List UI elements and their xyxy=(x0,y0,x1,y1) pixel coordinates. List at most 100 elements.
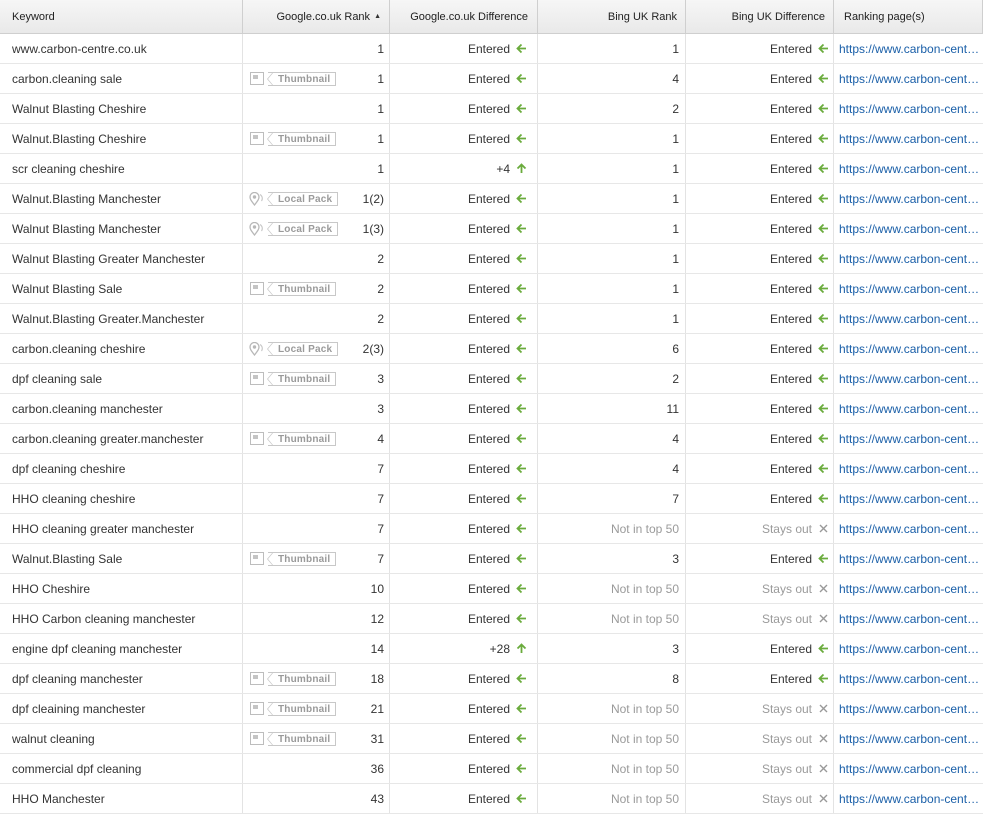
ranking-page-link[interactable]: https://www.carbon-centre.co.uk/ xyxy=(839,762,983,776)
table-row: HHO cleaning greater manchester 7 Entere… xyxy=(0,514,983,544)
bing-rank-cell: Not in top 50 xyxy=(538,604,686,633)
ranking-page-link[interactable]: https://www.carbon-centre.co.uk/ xyxy=(839,642,983,656)
ranking-page-link[interactable]: https://www.carbon-centre.co.uk/ xyxy=(839,672,983,686)
bing-difference-cell: Stays out xyxy=(686,724,834,753)
map-pin-icon xyxy=(248,191,266,206)
arrow-left-icon xyxy=(514,613,528,624)
arrow-left-icon xyxy=(514,493,528,504)
google-rank-cell: 2 xyxy=(243,304,390,333)
ranking-page-cell: https://www.carbon-centre.co.uk/ xyxy=(834,124,983,153)
ranking-page-cell: https://www.carbon-centre.co.uk/ xyxy=(834,694,983,723)
bing-difference-value: Entered xyxy=(769,41,812,56)
ranking-page-cell: https://www.carbon-centre.co.uk/ xyxy=(834,334,983,363)
keyword-text: dpf cleaning sale xyxy=(12,371,103,386)
google-difference-value: Entered xyxy=(467,281,510,296)
bing-rank-cell: 1 xyxy=(538,154,686,183)
ranking-page-link[interactable]: https://www.carbon-centre.co.uk/ xyxy=(839,402,983,416)
thumbnail-icon xyxy=(248,432,266,446)
ranking-page-link[interactable]: https://www.carbon-centre.co.uk/ xyxy=(839,162,983,176)
ranking-page-link[interactable]: https://www.carbon-centre.co.uk/ xyxy=(839,732,983,746)
bing-rank-value: 11 xyxy=(666,401,679,416)
google-rank-value: 7 xyxy=(377,491,384,506)
google-rank-cell: Thumbnail 31 xyxy=(243,724,390,753)
ranking-page-cell: https://www.carbon-centre.co.uk/ xyxy=(834,454,983,483)
ranking-page-link[interactable]: https://www.carbon-centre.co.uk/ xyxy=(839,342,983,356)
keyword-text: Walnut Blasting Cheshire xyxy=(12,101,147,116)
arrow-left-icon xyxy=(816,283,830,294)
ranking-page-link[interactable]: https://www.carbon-centre.co.uk/ xyxy=(839,132,983,146)
arrow-left-icon xyxy=(816,193,830,204)
google-rank-cell: 1 xyxy=(243,154,390,183)
column-header-google-difference[interactable]: Google.co.uk Difference xyxy=(390,0,538,33)
google-rank-value: 2 xyxy=(377,251,384,266)
thumbnail-icon xyxy=(248,672,266,686)
google-rank-cell: 7 xyxy=(243,484,390,513)
ranking-page-link[interactable]: https://www.carbon-centre.co.uk/ xyxy=(839,372,983,386)
column-header-label: Ranking page(s) xyxy=(844,10,925,23)
ranking-page-cell: https://www.carbon-centre.co.uk/ xyxy=(834,154,983,183)
ranking-page-link[interactable]: https://www.carbon-centre.co.uk/ xyxy=(839,612,983,626)
google-rank-value: 1(3) xyxy=(362,221,384,236)
bing-rank-value: 1 xyxy=(672,41,679,56)
google-difference-value: Entered xyxy=(467,761,510,776)
ranking-page-link[interactable]: https://www.carbon-centre.co.uk/ xyxy=(839,222,983,236)
ranking-page-link[interactable]: https://www.carbon-centre.co.uk/ xyxy=(839,462,983,476)
ranking-page-link[interactable]: https://www.carbon-centre.co.uk/ xyxy=(839,312,983,326)
google-difference-value: Entered xyxy=(467,431,510,446)
google-rank-value: 1 xyxy=(377,161,384,176)
close-icon xyxy=(816,524,830,533)
ranking-page-link[interactable]: https://www.carbon-centre.co.uk/ xyxy=(839,192,983,206)
bing-difference-value: Entered xyxy=(769,101,812,116)
google-difference-value: +4 xyxy=(496,161,510,176)
arrow-left-icon xyxy=(816,313,830,324)
google-difference-cell: Entered xyxy=(390,604,538,633)
thumbnail-icon xyxy=(248,372,266,386)
column-header-keyword[interactable]: Keyword xyxy=(0,0,243,33)
table-row: scr cleaning cheshire 1 +4 1 Entered htt… xyxy=(0,154,983,184)
bing-rank-cell: 1 xyxy=(538,304,686,333)
ranking-page-link[interactable]: https://www.carbon-centre.co.uk/ xyxy=(839,282,983,296)
bing-difference-cell: Entered xyxy=(686,94,834,123)
table-row: Walnut Blasting Cheshire 1 Entered 2 Ent… xyxy=(0,94,983,124)
keyword-text: Walnut Blasting Sale xyxy=(12,281,123,296)
bing-difference-value: Entered xyxy=(769,161,812,176)
arrow-left-icon xyxy=(514,673,528,684)
serp-feature-label: Thumbnail xyxy=(266,731,337,746)
column-header-bing-difference[interactable]: Bing UK Difference xyxy=(686,0,834,33)
google-difference-value: Entered xyxy=(467,491,510,506)
ranking-page-link[interactable]: https://www.carbon-centre.co.uk/ xyxy=(839,252,983,266)
ranking-page-link[interactable]: https://www.carbon-centre.co.uk/ xyxy=(839,792,983,806)
arrow-up-icon xyxy=(514,163,528,174)
bing-rank-value: 1 xyxy=(672,161,679,176)
ranking-page-link[interactable]: https://www.carbon-centre.co.uk/ xyxy=(839,702,983,716)
google-rank-cell: 14 xyxy=(243,634,390,663)
ranking-page-cell: https://www.carbon-centre.co.uk/ xyxy=(834,484,983,513)
google-rank-cell: Thumbnail 7 xyxy=(243,544,390,573)
ranking-page-link[interactable]: https://www.carbon-centre.co.uk/ xyxy=(839,492,983,506)
google-rank-cell: 12 xyxy=(243,604,390,633)
column-header-google-rank[interactable]: Google.co.uk Rank ▲ xyxy=(243,0,390,33)
column-header-bing-rank[interactable]: Bing UK Rank xyxy=(538,0,686,33)
column-header-ranking-pages[interactable]: Ranking page(s) xyxy=(834,0,983,33)
google-rank-value: 2 xyxy=(377,311,384,326)
ranking-page-link[interactable]: https://www.carbon-centre.co.uk/ xyxy=(839,42,983,56)
bing-difference-value: Entered xyxy=(769,671,812,686)
ranking-page-link[interactable]: https://www.carbon-centre.co.uk/ xyxy=(839,72,983,86)
bing-difference-cell: Stays out xyxy=(686,784,834,813)
google-difference-cell: Entered xyxy=(390,184,538,213)
bing-rank-cell: 4 xyxy=(538,454,686,483)
google-rank-cell: Local Pack 1(2) xyxy=(243,184,390,213)
ranking-page-link[interactable]: https://www.carbon-centre.co.uk/ xyxy=(839,432,983,446)
ranking-page-link[interactable]: https://www.carbon-centre.co.uk/ xyxy=(839,522,983,536)
ranking-page-link[interactable]: https://www.carbon-centre.co.uk/ xyxy=(839,102,983,116)
keyword-cell: Walnut.Blasting Sale xyxy=(0,544,243,573)
table-row: dpf cleaining manchester Thumbnail 21 En… xyxy=(0,694,983,724)
ranking-page-cell: https://www.carbon-centre.co.uk/ xyxy=(834,634,983,663)
google-rank-cell: Thumbnail 18 xyxy=(243,664,390,693)
google-rank-cell: 7 xyxy=(243,514,390,543)
arrow-left-icon xyxy=(816,253,830,264)
ranking-page-link[interactable]: https://www.carbon-centre.co.uk/ xyxy=(839,582,983,596)
serp-feature: Thumbnail xyxy=(248,131,337,146)
keyword-cell: Walnut.Blasting Manchester xyxy=(0,184,243,213)
ranking-page-link[interactable]: https://www.carbon-centre.co.uk/ xyxy=(839,552,983,566)
